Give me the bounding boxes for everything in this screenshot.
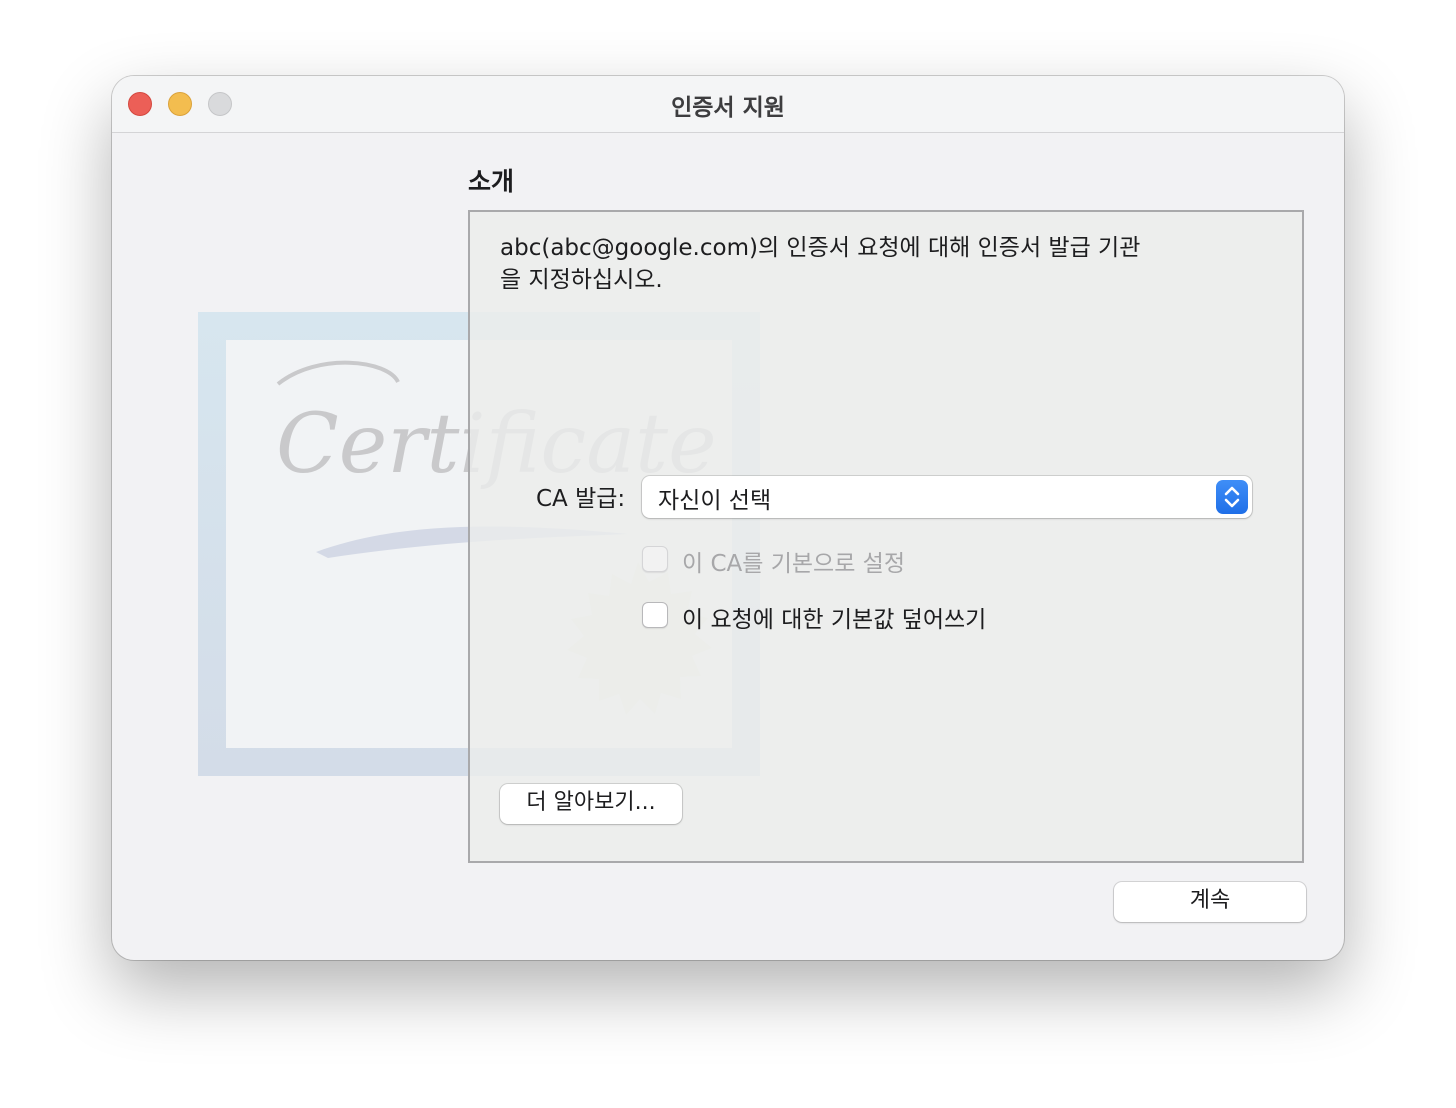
description-text: abc(abc@google.com)의 인증서 요청에 대해 인증서 발급 기… <box>500 235 1141 293</box>
continue-button[interactable]: 계속 <box>1114 882 1306 922</box>
title-bar: 인증서 지원 <box>112 76 1344 133</box>
ca-issuer-label: CA 발급: <box>536 486 626 512</box>
override-defaults-checkbox[interactable] <box>642 602 668 628</box>
content-panel: abc(abc@google.com)의 인증서 요청에 대해 인증서 발급 기… <box>468 210 1304 863</box>
certificate-assistant-window: 인증서 지원 소개 Certificate abc(abc@google.com… <box>112 76 1344 960</box>
window-title: 인증서 지원 <box>671 95 785 121</box>
section-title: 소개 <box>468 167 515 196</box>
override-defaults-checkbox-label[interactable]: 이 요청에 대한 기본값 덮어쓰기 <box>682 600 986 634</box>
default-ca-checkbox-label: 이 CA를 기본으로 설정 <box>682 551 906 577</box>
popup-chevron-updown-icon <box>1216 480 1248 514</box>
certificate-swirl <box>276 360 400 386</box>
default-ca-checkbox <box>642 546 668 572</box>
ca-issuer-popup[interactable]: 자신이 선택 <box>642 476 1252 518</box>
ca-issuer-value: 자신이 선택 <box>658 488 772 514</box>
learn-more-button[interactable]: 더 알아보기... <box>500 784 682 824</box>
